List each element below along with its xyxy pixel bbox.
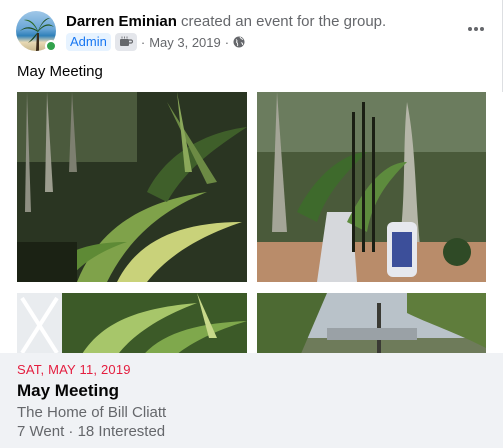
globe-icon[interactable] <box>233 36 245 48</box>
post-action-text: created an event for the group. <box>181 13 387 30</box>
group-post: Darren Eminian created an event for the … <box>0 0 503 448</box>
event-photo[interactable] <box>257 92 486 282</box>
post-meta: Admin · May 3, 2019 · <box>66 32 245 52</box>
post-message: May Meeting <box>17 63 103 80</box>
event-date: SAT, MAY 11, 2019 <box>17 362 131 377</box>
online-status-dot <box>45 40 57 52</box>
post-author-line: Darren Eminian created an event for the … <box>66 13 386 31</box>
meta-separator: · <box>224 34 230 50</box>
event-title[interactable]: May Meeting <box>17 381 119 401</box>
event-photo[interactable] <box>17 92 247 282</box>
event-location: The Home of Bill Cliatt <box>17 404 167 421</box>
meta-separator: · <box>140 34 146 50</box>
post-header: Darren Eminian created an event for the … <box>16 11 486 55</box>
coffee-cup-icon[interactable] <box>114 33 137 51</box>
author-name[interactable]: Darren Eminian <box>66 13 177 30</box>
post-date[interactable]: May 3, 2019 <box>149 35 221 50</box>
admin-badge[interactable]: Admin <box>66 33 111 51</box>
event-photo[interactable] <box>257 293 486 354</box>
event-attendance[interactable]: 7 Went · 18 Interested <box>17 423 165 440</box>
event-photo-grid <box>0 92 503 354</box>
event-photo[interactable] <box>17 293 247 354</box>
event-card[interactable]: SAT, MAY 11, 2019 May Meeting The Home o… <box>0 353 503 448</box>
more-options-icon[interactable] <box>466 19 486 39</box>
